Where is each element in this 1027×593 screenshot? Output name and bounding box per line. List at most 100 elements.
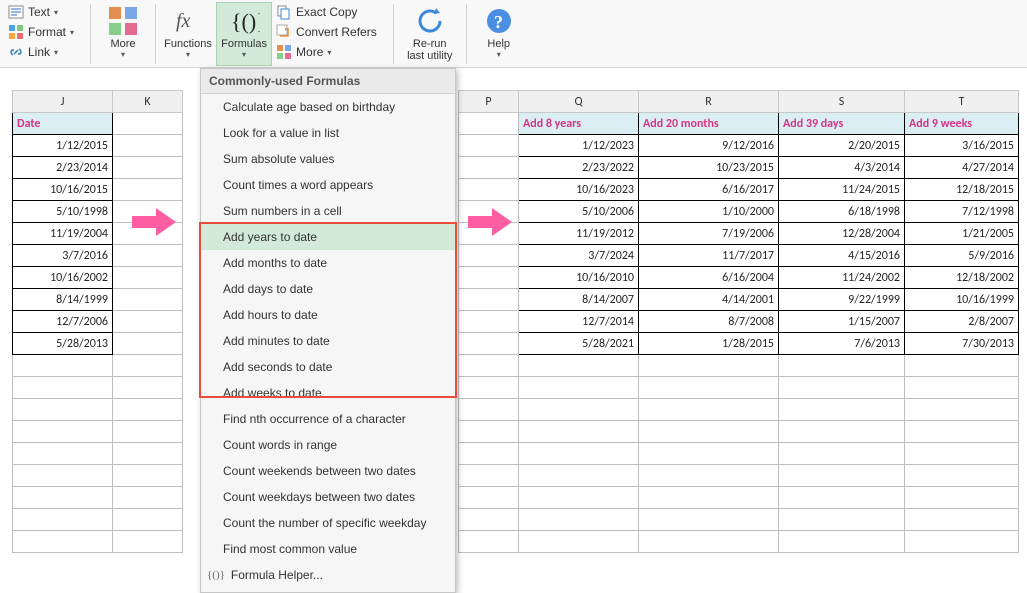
menu-item[interactable]: Count words in range <box>201 432 455 458</box>
cell[interactable]: 1/12/2015 <box>13 135 113 157</box>
table-header-add-years[interactable]: Add 8 years <box>519 113 639 135</box>
cell[interactable]: 1/12/2023 <box>519 135 639 157</box>
cell[interactable] <box>905 509 1019 531</box>
menu-item[interactable]: Add hours to date <box>201 302 455 328</box>
cell[interactable] <box>13 355 113 377</box>
cell[interactable] <box>519 399 639 421</box>
menu-item[interactable]: Look for a value in list <box>201 120 455 146</box>
cell[interactable]: 12/7/2006 <box>13 311 113 333</box>
cell[interactable] <box>519 531 639 553</box>
cell[interactable] <box>113 245 183 267</box>
cell[interactable]: 2/23/2022 <box>519 157 639 179</box>
column-header[interactable]: K <box>113 91 183 113</box>
cell[interactable]: 5/10/2006 <box>519 201 639 223</box>
help-button[interactable]: ? Help ▾ <box>471 2 527 66</box>
cell[interactable] <box>13 443 113 465</box>
cell[interactable]: 4/3/2014 <box>779 157 905 179</box>
cell[interactable]: 10/16/2023 <box>519 179 639 201</box>
table-header-add-months[interactable]: Add 20 months <box>639 113 779 135</box>
exact-copy-button[interactable]: Exact Copy <box>272 2 381 22</box>
cell[interactable] <box>459 399 519 421</box>
cell[interactable]: 12/18/2015 <box>905 179 1019 201</box>
menu-item[interactable]: Add weeks to date <box>201 380 455 406</box>
cell[interactable] <box>459 157 519 179</box>
cell[interactable] <box>905 465 1019 487</box>
cell[interactable] <box>519 465 639 487</box>
cell[interactable]: 4/14/2001 <box>639 289 779 311</box>
cell[interactable] <box>113 135 183 157</box>
cell[interactable] <box>905 421 1019 443</box>
column-header[interactable]: T <box>905 91 1019 113</box>
cell[interactable]: 2/23/2014 <box>13 157 113 179</box>
cell[interactable]: 9/12/2016 <box>639 135 779 157</box>
cell[interactable]: 10/16/1999 <box>905 289 1019 311</box>
format-dropdown[interactable]: Format ▾ <box>4 22 78 42</box>
cell[interactable] <box>779 509 905 531</box>
cell[interactable]: 11/24/2015 <box>779 179 905 201</box>
menu-item[interactable]: Calculate age based on birthday <box>201 94 455 120</box>
cell[interactable]: 5/28/2013 <box>13 333 113 355</box>
cell[interactable] <box>519 487 639 509</box>
cell[interactable] <box>779 399 905 421</box>
cell[interactable] <box>905 487 1019 509</box>
cell[interactable] <box>779 487 905 509</box>
table-header-add-weeks[interactable]: Add 9 weeks <box>905 113 1019 135</box>
cell[interactable] <box>779 465 905 487</box>
cell[interactable] <box>459 531 519 553</box>
cell[interactable] <box>639 443 779 465</box>
cell[interactable]: 2/8/2007 <box>905 311 1019 333</box>
cell[interactable]: 10/16/2015 <box>13 179 113 201</box>
cell[interactable]: 4/27/2014 <box>905 157 1019 179</box>
cell[interactable]: 1/10/2000 <box>639 201 779 223</box>
cell[interactable] <box>459 245 519 267</box>
cell[interactable]: 5/9/2016 <box>905 245 1019 267</box>
cell[interactable] <box>13 465 113 487</box>
menu-item[interactable]: Count the number of specific weekday <box>201 510 455 536</box>
cell[interactable]: 12/18/2002 <box>905 267 1019 289</box>
menu-item[interactable]: Add days to date <box>201 276 455 302</box>
cell[interactable] <box>639 465 779 487</box>
cell[interactable] <box>905 355 1019 377</box>
cell[interactable]: 10/23/2015 <box>639 157 779 179</box>
rerun-button[interactable]: Re-run last utility <box>398 2 462 66</box>
cell[interactable] <box>639 487 779 509</box>
cell[interactable]: 12/7/2014 <box>519 311 639 333</box>
cell[interactable]: 11/7/2017 <box>639 245 779 267</box>
text-dropdown[interactable]: Text ▾ <box>4 2 78 22</box>
cell[interactable] <box>13 399 113 421</box>
cell[interactable]: 10/16/2002 <box>13 267 113 289</box>
column-header[interactable]: S <box>779 91 905 113</box>
cell[interactable]: 3/7/2024 <box>519 245 639 267</box>
cell[interactable] <box>113 487 183 509</box>
menu-item[interactable]: Add minutes to date <box>201 328 455 354</box>
cell[interactable]: 7/19/2006 <box>639 223 779 245</box>
menu-item[interactable]: Add seconds to date <box>201 354 455 380</box>
cell[interactable]: 1/21/2005 <box>905 223 1019 245</box>
cell[interactable]: 7/30/2013 <box>905 333 1019 355</box>
cell[interactable] <box>113 509 183 531</box>
cell[interactable] <box>13 531 113 553</box>
cell[interactable]: 7/12/1998 <box>905 201 1019 223</box>
cell[interactable]: 5/10/1998 <box>13 201 113 223</box>
cell[interactable]: 6/16/2004 <box>639 267 779 289</box>
menu-item[interactable]: Count times a word appears <box>201 172 455 198</box>
cell[interactable]: 2/20/2015 <box>779 135 905 157</box>
cell[interactable] <box>779 443 905 465</box>
cell[interactable] <box>113 421 183 443</box>
cell[interactable] <box>113 179 183 201</box>
cell[interactable] <box>459 443 519 465</box>
cell[interactable] <box>519 377 639 399</box>
cell[interactable] <box>459 509 519 531</box>
column-header[interactable]: P <box>459 91 519 113</box>
cell[interactable] <box>459 333 519 355</box>
cell[interactable]: 11/24/2002 <box>779 267 905 289</box>
cell[interactable]: 10/16/2010 <box>519 267 639 289</box>
cell[interactable] <box>639 531 779 553</box>
cell[interactable] <box>459 377 519 399</box>
column-header[interactable]: R <box>639 91 779 113</box>
cell[interactable] <box>779 421 905 443</box>
menu-item-formula-helper[interactable]: {()} Formula Helper... <box>201 562 455 588</box>
cell[interactable]: 8/14/2007 <box>519 289 639 311</box>
cell[interactable] <box>459 289 519 311</box>
cell[interactable]: 9/22/1999 <box>779 289 905 311</box>
